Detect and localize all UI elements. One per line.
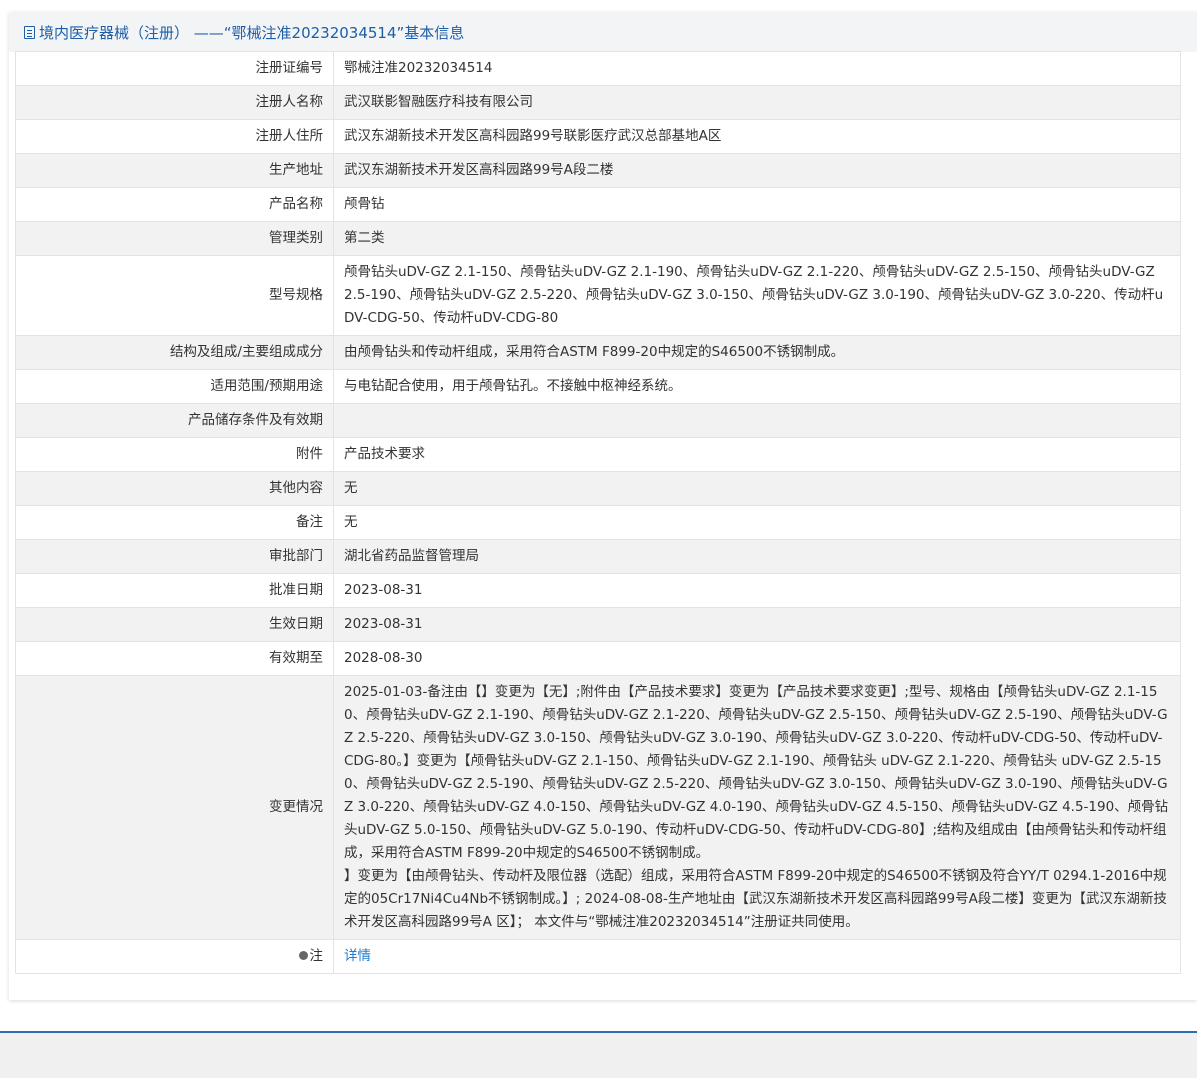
row-value: 鄂械注准20232034514 — [333, 51, 1181, 86]
row-value: 2023-08-31 — [333, 607, 1181, 642]
detail-link[interactable]: 详情 — [344, 948, 371, 964]
row-label: 结构及组成/主要组成成分 — [15, 335, 334, 370]
row-value: 无 — [333, 471, 1181, 506]
row-label: 生产地址 — [15, 153, 334, 188]
row-value: 产品技术要求 — [333, 437, 1181, 472]
row-value: 武汉东湖新技术开发区高科园路99号联影医疗武汉总部基地A区 — [333, 119, 1181, 154]
info-icon — [298, 950, 308, 960]
row-label: 适用范围/预期用途 — [15, 369, 334, 404]
table-row: 注 详情 — [15, 939, 1181, 974]
change-history-value: 2025-01-03-备注由【】变更为【无】;附件由【产品技术要求】变更为【产品… — [333, 675, 1181, 940]
row-value: 与电钻配合使用，用于颅骨钻孔。不接触中枢神经系统。 — [333, 369, 1181, 404]
row-label: 生效日期 — [15, 607, 334, 642]
table-row: 生产地址 武汉东湖新技术开发区高科园路99号A段二楼 — [15, 153, 1181, 188]
note-label: 注 — [309, 948, 324, 964]
table-row: 有效期至 2028-08-30 — [15, 641, 1181, 676]
row-label: 变更情况 — [15, 675, 334, 940]
table-row: 其他内容无 — [15, 471, 1181, 506]
row-label: 备注 — [15, 505, 334, 540]
table-row: 注册人住所 武汉东湖新技术开发区高科园路99号联影医疗武汉总部基地A区 — [15, 119, 1181, 154]
row-value — [333, 403, 1181, 438]
row-value: 无 — [333, 505, 1181, 540]
row-value: 武汉东湖新技术开发区高科园路99号A段二楼 — [333, 153, 1181, 188]
table-row: 生效日期 2023-08-31 — [15, 607, 1181, 642]
table-row: 产品名称 颅骨钻 — [15, 187, 1181, 222]
row-label: 其他内容 — [15, 471, 334, 506]
panel-title: 境内医疗器械（注册） ——“鄂械注准20232034514”基本信息 — [39, 23, 465, 42]
row-label: 有效期至 — [15, 641, 334, 676]
row-label: 审批部门 — [15, 539, 334, 574]
row-value: 2028-08-30 — [333, 641, 1181, 676]
row-value: 颅骨钻头uDV-GZ 2.1-150、颅骨钻头uDV-GZ 2.1-190、颅骨… — [333, 255, 1181, 336]
row-value: 武汉联影智融医疗科技有限公司 — [333, 85, 1181, 120]
table-row: 适用范围/预期用途 与电钻配合使用，用于颅骨钻孔。不接触中枢神经系统。 — [15, 369, 1181, 404]
table-row: 变更情况 2025-01-03-备注由【】变更为【无】;附件由【产品技术要求】变更… — [15, 675, 1181, 940]
row-value: 2023-08-31 — [333, 573, 1181, 608]
row-label: 注册证编号 — [15, 51, 334, 86]
row-label: 型号规格 — [15, 255, 334, 336]
row-label: 附件 — [15, 437, 334, 472]
info-table: 注册证编号 鄂械注准20232034514 注册人名称 武汉联影智融医疗科技有限公司… — [15, 51, 1181, 974]
row-label: 产品名称 — [15, 187, 334, 222]
note-value-cell: 详情 — [333, 939, 1181, 974]
table-row: 产品储存条件及有效期 — [15, 403, 1181, 438]
table-row: 批准日期 2023-08-31 — [15, 573, 1181, 608]
table-row: 附件 产品技术要求 — [15, 437, 1181, 472]
panel-header: 境内医疗器械（注册） ——“鄂械注准20232034514”基本信息 — [9, 12, 1197, 52]
table-row: 注册人名称 武汉联影智融医疗科技有限公司 — [15, 85, 1181, 120]
row-value: 颅骨钻 — [333, 187, 1181, 222]
table-row: 结构及组成/主要组成成分 由颅骨钻头和传动杆组成，采用符合ASTM F899-20… — [15, 335, 1181, 370]
table-row: 型号规格 颅骨钻头uDV-GZ 2.1-150、颅骨钻头uDV-GZ 2.1-19… — [15, 255, 1181, 336]
row-label: 注册人名称 — [15, 85, 334, 120]
table-row: 管理类别 第二类 — [15, 221, 1181, 256]
row-label: 产品储存条件及有效期 — [15, 403, 334, 438]
row-label: 注册人住所 — [15, 119, 334, 154]
table-row: 备注无 — [15, 505, 1181, 540]
footer — [0, 1033, 1197, 1078]
table-row: 注册证编号 鄂械注准20232034514 — [15, 51, 1181, 86]
document-icon — [24, 25, 35, 39]
note-label-cell: 注 — [15, 939, 334, 974]
row-value: 湖北省药品监督管理局 — [333, 539, 1181, 574]
row-value: 第二类 — [333, 221, 1181, 256]
row-value: 由颅骨钻头和传动杆组成，采用符合ASTM F899-20中规定的S46500不锈… — [333, 335, 1181, 370]
row-label: 管理类别 — [15, 221, 334, 256]
table-row: 审批部门 湖北省药品监督管理局 — [15, 539, 1181, 574]
row-label: 批准日期 — [15, 573, 334, 608]
